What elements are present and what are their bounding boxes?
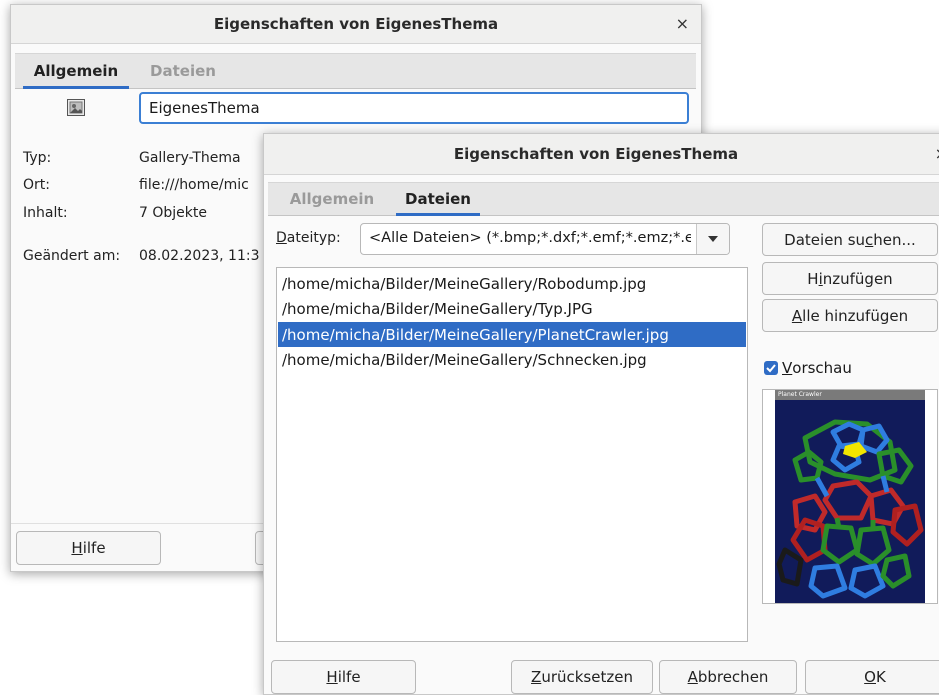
tab-label: Allgemein xyxy=(289,190,375,208)
preview-fullerene-graphic xyxy=(776,419,924,599)
back-help-button[interactable]: Hilfe xyxy=(16,531,161,565)
field-label-geaendert: Geändert am: xyxy=(23,248,121,264)
add-all-button[interactable]: Alle hinzufügen xyxy=(762,299,938,332)
tab-label: Dateien xyxy=(150,62,216,80)
field-label-ort: Ort: xyxy=(23,177,50,193)
ok-button[interactable]: OK xyxy=(805,660,939,694)
preview-image: Planet Crawler xyxy=(762,389,938,604)
preview-checkbox[interactable]: Vorschau xyxy=(764,359,852,377)
file-list-item[interactable]: /home/micha/Bilder/MeineGallery/Typ.JPG xyxy=(278,297,746,321)
close-icon[interactable]: × xyxy=(676,14,689,33)
reset-button[interactable]: Zurücksetzen xyxy=(511,660,653,694)
front-dialog-titlebar: Eigenschaften von EigenesThema × xyxy=(264,134,939,175)
back-tabbar: Allgemein Dateien xyxy=(15,53,696,89)
tab-dateien[interactable]: Dateien xyxy=(141,54,225,88)
filetype-dropdown-button[interactable] xyxy=(696,224,729,254)
field-label-inhalt: Inhalt: xyxy=(23,205,68,221)
chevron-down-icon xyxy=(708,236,718,242)
field-value-ort: file:///home/mic xyxy=(139,177,249,193)
field-value-inhalt: 7 Objekte xyxy=(139,205,207,221)
tab-dateien[interactable]: Dateien xyxy=(396,183,480,216)
filetype-select[interactable]: <Alle Dateien> (*.bmp;*.dxf;*.emf;*.emz;… xyxy=(360,223,730,255)
close-icon[interactable]: × xyxy=(935,144,939,163)
filetype-label: Dateityp: xyxy=(276,230,341,246)
tab-allgemein[interactable]: Allgemein xyxy=(23,54,129,89)
preview-image-titlebar: Planet Crawler xyxy=(775,390,925,400)
theme-name-value: EigenesThema xyxy=(149,99,260,117)
add-button[interactable]: Hi nzufügen xyxy=(762,262,938,295)
file-list[interactable]: /home/micha/Bilder/MeineGallery/Robodump… xyxy=(276,267,748,642)
back-dialog-titlebar: Eigenschaften von EigenesThema × xyxy=(11,5,701,44)
preview-image-frame: Planet Crawler xyxy=(775,390,925,603)
cancel-button[interactable]: Abbrechen xyxy=(659,660,797,694)
back-dialog-title: Eigenschaften von EigenesThema xyxy=(213,15,499,33)
search-files-button[interactable]: Dateien su c hen... xyxy=(762,223,938,256)
file-list-item[interactable]: /home/micha/Bilder/MeineGallery/Robodump… xyxy=(278,272,746,296)
field-value-geaendert: 08.02.2023, 11:3 xyxy=(139,248,260,264)
tab-label: Allgemein xyxy=(33,62,119,80)
tab-label: Dateien xyxy=(405,190,471,208)
tab-allgemein[interactable]: Allgemein xyxy=(282,183,382,215)
field-label-typ: Typ: xyxy=(23,150,52,166)
front-dialog-title: Eigenschaften von EigenesThema xyxy=(453,145,739,163)
field-value-typ: Gallery-Thema xyxy=(139,150,241,166)
checkbox-checked-icon xyxy=(764,361,778,375)
filetype-value: <Alle Dateien> (*.bmp;*.dxf;*.emf;*.emz;… xyxy=(369,230,691,246)
front-dialog: Eigenschaften von EigenesThema × Allgeme… xyxy=(263,133,939,695)
help-button[interactable]: Hilfe xyxy=(271,660,416,694)
file-list-item-selected[interactable]: /home/micha/Bilder/MeineGallery/PlanetCr… xyxy=(278,322,746,347)
theme-icon xyxy=(67,99,85,116)
file-list-item[interactable]: /home/micha/Bilder/MeineGallery/Schnecke… xyxy=(278,348,746,372)
front-tabbar: Allgemein Dateien xyxy=(268,182,939,216)
theme-name-input[interactable]: EigenesThema xyxy=(139,92,689,124)
